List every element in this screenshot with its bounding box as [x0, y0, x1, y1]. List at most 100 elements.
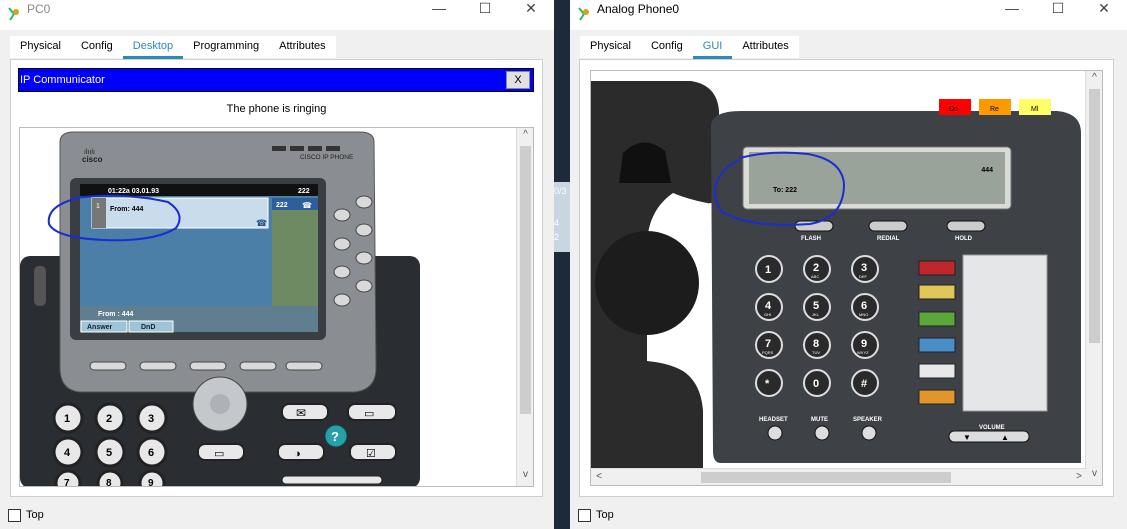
top-key[interactable]	[308, 146, 322, 151]
screen-image	[272, 198, 318, 306]
horizontal-scrollbar[interactable]: < >	[591, 468, 1087, 485]
phone0-titlebar[interactable]: Analog Phone0 — ☐ ✕	[570, 0, 1127, 30]
minimize-button[interactable]: —	[989, 0, 1035, 18]
top-label: Top	[596, 509, 614, 521]
scroll-thumb[interactable]	[1089, 89, 1100, 343]
redial-button[interactable]	[868, 220, 908, 232]
base-slot	[34, 266, 46, 306]
volume-up-icon[interactable]: ▲	[1001, 433, 1009, 442]
softkey-button[interactable]	[285, 361, 323, 371]
navigation-select[interactable]	[210, 394, 230, 414]
speed-dial-button[interactable]	[918, 284, 956, 300]
tab-gui[interactable]: GUI	[692, 36, 733, 59]
analog-phone-svg: 444 To: 222 FLASH REDIAL HOLD Do Re Ml 1…	[591, 81, 1081, 469]
footer-from: From : 444	[98, 311, 134, 318]
top-checkbox[interactable]	[578, 509, 591, 522]
indicator-lights: Do Re Ml	[939, 99, 1051, 115]
scroll-down-icon[interactable]: v	[1086, 468, 1102, 484]
speaker-label: SPEAKER	[853, 417, 883, 423]
key-5-letters: JKL	[812, 312, 820, 317]
key-9-label: 9	[148, 478, 154, 487]
volume-down-icon[interactable]: ▼	[963, 433, 971, 442]
line-button[interactable]	[355, 251, 373, 265]
tab-config[interactable]: Config	[641, 36, 693, 58]
tab-physical[interactable]: Physical	[10, 36, 71, 58]
ip-phone-view: ılıılı cisco CISCO IP PHONE 01:22a 03.01…	[19, 127, 534, 487]
top-label: Top	[26, 509, 44, 521]
softkey-button[interactable]	[189, 361, 227, 371]
top-key[interactable]	[272, 146, 286, 151]
envelope-icon: ✉	[296, 406, 306, 420]
volume-bar[interactable]	[281, 475, 383, 485]
speed-dial-button[interactable]	[918, 260, 956, 276]
key-2-label: 2	[813, 262, 819, 274]
scroll-up-icon[interactable]: ^	[517, 129, 533, 145]
softkey-button[interactable]	[239, 361, 277, 371]
maximize-button[interactable]: ☐	[462, 0, 508, 18]
background-desktop: 0/3 4 2	[554, 0, 570, 529]
vertical-scrollbar[interactable]: ^ v	[516, 128, 533, 486]
speaker-grille	[595, 231, 699, 335]
vertical-scrollbar[interactable]: ^ v	[1085, 71, 1102, 485]
line-button[interactable]	[333, 237, 351, 251]
tab-config[interactable]: Config	[71, 36, 123, 58]
pc0-tabs: Physical Config Desktop Programming Attr…	[10, 36, 336, 59]
softkey-button[interactable]	[89, 361, 127, 371]
line-button[interactable]	[355, 195, 373, 209]
line-button[interactable]	[333, 208, 351, 222]
tab-attributes[interactable]: Attributes	[269, 36, 335, 58]
headset-label: HEADSET	[759, 417, 788, 423]
line-button[interactable]	[355, 279, 373, 293]
display-number: 444	[981, 167, 993, 174]
line-button[interactable]	[355, 223, 373, 237]
scroll-thumb[interactable]	[701, 472, 951, 483]
scroll-right-icon[interactable]: >	[1071, 469, 1087, 485]
softkey-dnd-label: DnD	[141, 324, 155, 331]
top-key[interactable]	[326, 146, 340, 151]
services-button[interactable]	[277, 443, 325, 461]
tab-physical[interactable]: Physical	[580, 36, 641, 58]
volume-rocker[interactable]	[948, 430, 1030, 443]
speed-dial-button[interactable]	[918, 311, 956, 327]
key-6-letters: MNO	[859, 312, 868, 317]
key-8-label: 8	[106, 478, 112, 487]
speed-dial-button[interactable]	[918, 363, 956, 379]
key-2-label: 2	[106, 413, 112, 425]
scroll-thumb[interactable]	[520, 146, 531, 414]
hand-drawn-circle-annotation	[47, 194, 181, 242]
line-button[interactable]	[333, 293, 351, 307]
app-close-button[interactable]: X	[506, 71, 530, 89]
checklist-icon: ☑	[366, 448, 376, 460]
scroll-left-icon[interactable]: <	[591, 469, 607, 485]
hand-drawn-circle-annotation	[713, 151, 846, 226]
speed-dial-button[interactable]	[918, 389, 956, 405]
maximize-button[interactable]: ☐	[1035, 0, 1081, 18]
help-icon: ?	[331, 429, 339, 444]
scroll-up-icon[interactable]: ^	[1086, 72, 1102, 88]
pc0-titlebar[interactable]: PC0 — ☐ ✕	[0, 0, 554, 30]
line-button[interactable]	[333, 265, 351, 279]
close-window-button[interactable]: ✕	[508, 0, 554, 18]
softkey-button[interactable]	[139, 361, 177, 371]
tab-attributes[interactable]: Attributes	[732, 36, 798, 58]
indicator-do-label: Do	[949, 106, 958, 113]
softkey-answer-label: Answer	[87, 324, 113, 331]
phone0-bottombar: Top	[570, 501, 1127, 529]
extension: 222	[298, 188, 310, 195]
close-window-button[interactable]: ✕	[1081, 0, 1127, 18]
hold-button[interactable]	[946, 220, 986, 232]
minimize-button[interactable]: —	[416, 0, 462, 18]
mute-button[interactable]	[814, 425, 830, 441]
top-key[interactable]	[290, 146, 304, 151]
key-4-letters: GHI	[764, 312, 771, 317]
tab-programming[interactable]: Programming	[183, 36, 269, 58]
tab-desktop[interactable]: Desktop	[122, 36, 184, 59]
speed-dial-button[interactable]	[918, 337, 956, 353]
scroll-down-icon[interactable]: v	[517, 469, 533, 485]
top-checkbox[interactable]	[8, 509, 21, 522]
key-8-letters: TUV	[812, 350, 820, 355]
status-text: The phone is ringing	[226, 103, 327, 115]
speaker-button[interactable]	[861, 425, 877, 441]
pc0-window: PC0 — ☐ ✕ Physical Config Desktop Progra…	[0, 0, 554, 529]
headset-button[interactable]	[767, 425, 783, 441]
